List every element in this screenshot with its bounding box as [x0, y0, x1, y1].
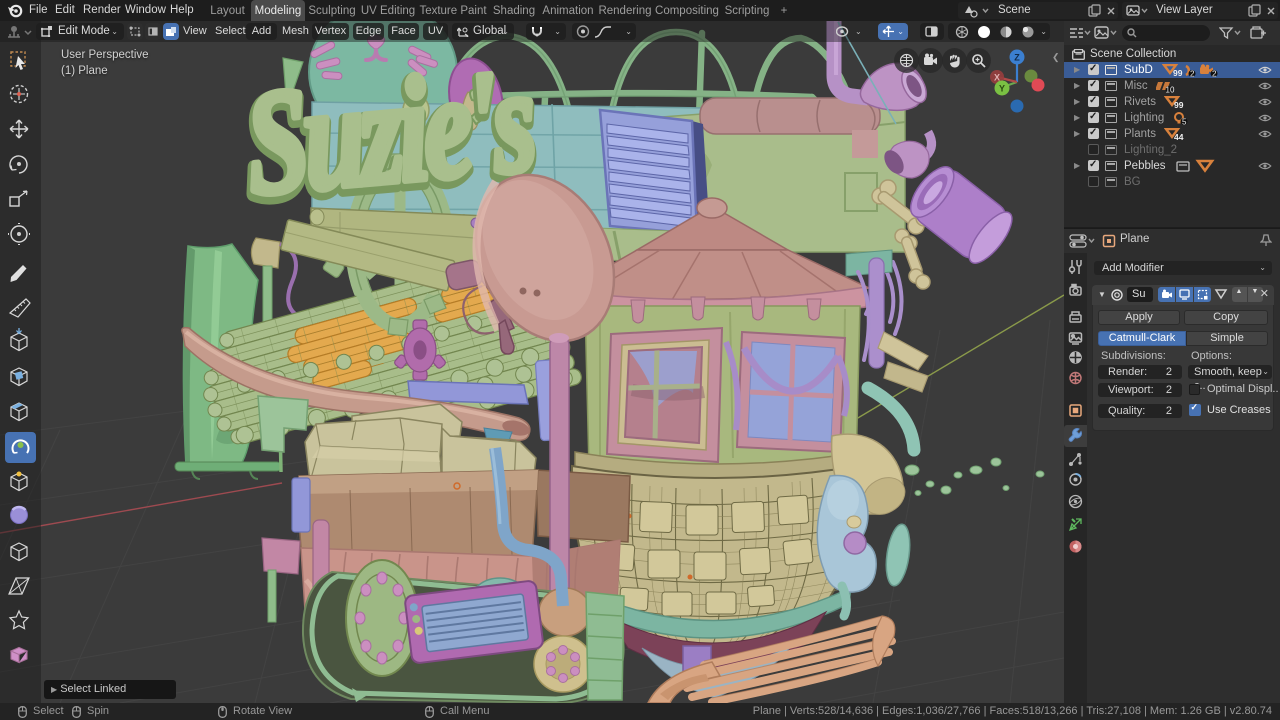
- svg-text:10: 10: [1166, 86, 1175, 94]
- svg-text:Y: Y: [999, 84, 1005, 94]
- svg-text:99: 99: [1174, 100, 1184, 109]
- svg-text:44: 44: [1174, 132, 1184, 141]
- svg-text:99: 99: [1173, 68, 1183, 77]
- svg-text:2: 2: [1212, 70, 1217, 78]
- svg-text:2: 2: [1190, 70, 1195, 78]
- svg-text:X: X: [994, 73, 1000, 83]
- svg-text:5: 5: [1182, 118, 1187, 126]
- svg-text:Z: Z: [1014, 53, 1020, 63]
